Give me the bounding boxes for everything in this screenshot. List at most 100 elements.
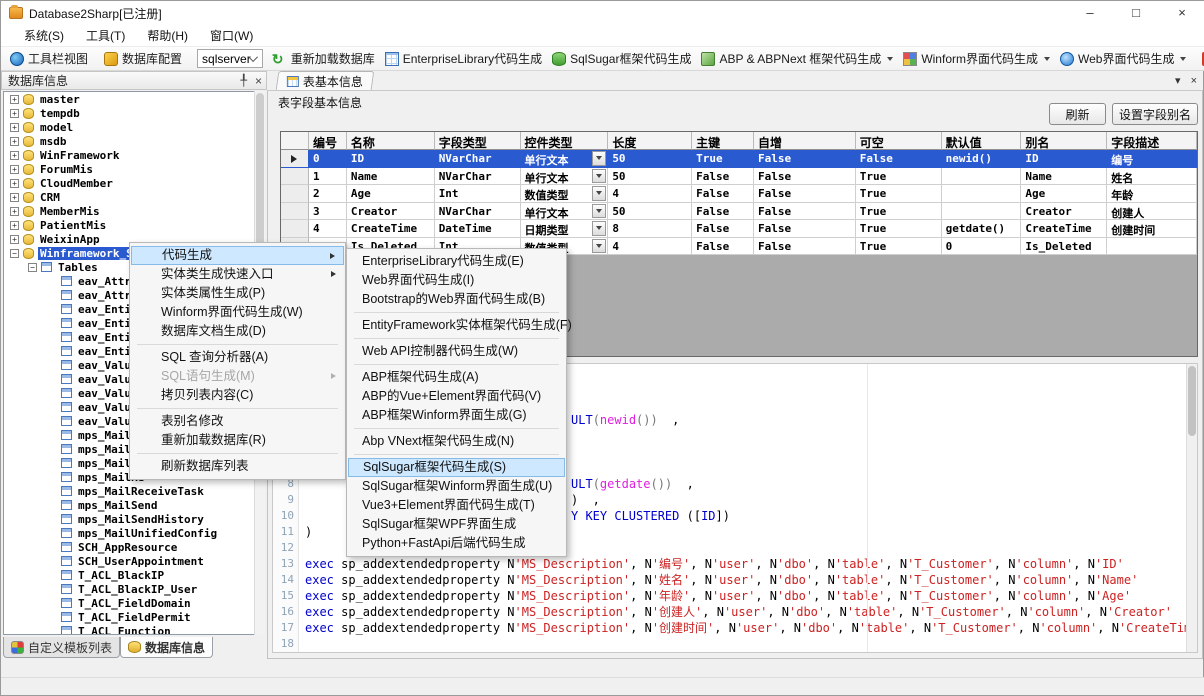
menu-item[interactable]: 表别名修改 — [131, 412, 344, 431]
toolbar-button-winform-[interactable]: Winform界面代码生成 — [898, 48, 1055, 69]
grid-cell[interactable]: True — [856, 220, 942, 238]
grid-cell[interactable]: NVarChar — [435, 168, 521, 186]
grid-cell[interactable]: CreateTime — [1021, 220, 1107, 238]
maximize-button[interactable]: □ — [1113, 1, 1159, 25]
toolbar-button--[interactable]: ×退出 — [1197, 48, 1204, 69]
grid-cell[interactable]: 创建人 — [1107, 203, 1197, 221]
expand-icon[interactable]: + — [10, 123, 19, 132]
code-scrollbar[interactable] — [1186, 364, 1197, 652]
grid-cell[interactable]: False — [692, 220, 754, 238]
set-field-alias-button[interactable]: 设置字段别名 — [1112, 103, 1198, 125]
grid-cell[interactable]: NVarChar — [435, 203, 521, 221]
grid-column-header[interactable]: 字段描述 — [1107, 132, 1197, 150]
grid-column-header[interactable]: 主键 — [692, 132, 754, 150]
menubar-item[interactable]: 工具(T) — [75, 25, 136, 47]
toolbar-button--[interactable]: ↻重新加载数据库 — [267, 48, 380, 69]
grid-cell[interactable]: False — [856, 150, 942, 168]
tree-item[interactable]: T_ACL_Function — [4, 624, 264, 635]
combobox-dropdown-button[interactable] — [592, 221, 606, 236]
expand-icon[interactable]: + — [10, 165, 19, 174]
grid-cell[interactable]: 50 — [608, 150, 692, 168]
tree-item[interactable]: mps_MailSend — [4, 498, 264, 512]
expand-icon[interactable]: + — [10, 95, 19, 104]
combobox-dropdown-button[interactable] — [592, 239, 606, 254]
menubar-item[interactable]: 窗口(W) — [199, 25, 264, 47]
menu-item[interactable]: 重新加载数据库(R) — [131, 431, 344, 450]
grid-cell[interactable] — [942, 203, 1022, 221]
tree-item[interactable]: +ForumMis — [4, 162, 264, 176]
tree-item[interactable]: +master — [4, 92, 264, 106]
grid-column-header[interactable]: 字段类型 — [435, 132, 521, 150]
tree-item[interactable]: SCH_UserAppointment — [4, 554, 264, 568]
tree-item[interactable]: T_ACL_FieldDomain — [4, 596, 264, 610]
tab-close-icon[interactable]: × — [1191, 75, 1197, 87]
grid-cell[interactable]: 编号 — [1107, 150, 1197, 168]
menu-item[interactable]: 数据库文档生成(D) — [131, 322, 344, 341]
menu-item[interactable]: 实体类生成快速入口 — [131, 265, 344, 284]
grid-cell[interactable]: 3 — [309, 203, 347, 221]
toolbar-button--[interactable]: 工具栏视图 — [5, 48, 93, 69]
menu-item[interactable]: Web API控制器代码生成(W) — [348, 342, 565, 361]
row-selector[interactable] — [281, 185, 309, 203]
table-row[interactable]: 0IDNVarChar单行文本50TrueFalseFalsenewid()ID… — [281, 150, 1197, 168]
bottom-tab-active[interactable]: 数据库信息 — [120, 637, 213, 658]
menu-item[interactable]: 拷贝列表内容(C) — [131, 386, 344, 405]
grid-cell[interactable]: False — [754, 168, 856, 186]
menu-item[interactable]: EntityFramework实体框架代码生成(F) — [348, 316, 565, 335]
grid-cell[interactable] — [942, 168, 1022, 186]
grid-cell[interactable]: CreateTime — [347, 220, 435, 238]
expand-icon[interactable]: + — [10, 207, 19, 216]
close-button[interactable]: × — [1159, 1, 1204, 25]
grid-cell[interactable]: True — [856, 238, 942, 256]
grid-cell[interactable]: 姓名 — [1107, 168, 1197, 186]
menu-item[interactable]: SQL 查询分析器(A) — [131, 348, 344, 367]
tree-item[interactable]: mps_MailReceiveTask — [4, 484, 264, 498]
tree-item[interactable]: +PatientMis — [4, 218, 264, 232]
menu-item[interactable]: ABP框架Winform界面生成(G) — [348, 406, 565, 425]
grid-column-header[interactable]: 自增 — [754, 132, 856, 150]
grid-column-header[interactable]: 名称 — [347, 132, 435, 150]
grid-column-header[interactable]: 默认值 — [942, 132, 1022, 150]
grid-cell[interactable]: False — [692, 238, 754, 256]
grid-cell[interactable]: 1 — [309, 168, 347, 186]
menu-item[interactable]: ABP的Vue+Element界面代码(V) — [348, 387, 565, 406]
toolbar-button-enterpriselibrary-[interactable]: EnterpriseLibrary代码生成 — [380, 48, 547, 69]
tree-item[interactable]: +MemberMis — [4, 204, 264, 218]
close-panel-icon[interactable]: × — [255, 74, 262, 88]
grid-cell[interactable]: True — [856, 185, 942, 203]
grid-cell[interactable]: 4 — [309, 220, 347, 238]
menu-item[interactable]: Winform界面代码生成(W) — [131, 303, 344, 322]
grid-cell[interactable]: 年龄 — [1107, 185, 1197, 203]
grid-cell[interactable]: 2 — [309, 185, 347, 203]
toolbar-button-sqlsugar-[interactable]: SqlSugar框架代码生成 — [547, 48, 696, 69]
tree-item[interactable]: T_ACL_BlackIP — [4, 568, 264, 582]
menu-item[interactable]: ABP框架代码生成(A) — [348, 368, 565, 387]
grid-cell[interactable] — [942, 185, 1022, 203]
grid-cell[interactable]: getdate() — [942, 220, 1022, 238]
tree-item[interactable]: SCH_AppResource — [4, 540, 264, 554]
row-selector[interactable] — [281, 150, 309, 168]
menu-item[interactable]: SqlSugar框架代码生成(S) — [348, 458, 565, 477]
grid-cell[interactable]: ID — [1021, 150, 1107, 168]
expand-icon[interactable]: + — [10, 151, 19, 160]
tree-item[interactable]: +CloudMember — [4, 176, 264, 190]
row-selector[interactable] — [281, 203, 309, 221]
menu-item[interactable]: 代码生成 — [131, 246, 344, 265]
grid-cell[interactable]: Age — [1021, 185, 1107, 203]
grid-cell[interactable]: 0 — [942, 238, 1022, 256]
tree-item[interactable]: T_ACL_FieldPermit — [4, 610, 264, 624]
grid-cell[interactable]: ID — [347, 150, 435, 168]
table-row[interactable]: 1NameNVarChar单行文本50FalseFalseTrueName姓名 — [281, 168, 1197, 186]
grid-cell[interactable]: False — [692, 203, 754, 221]
grid-cell[interactable]: 4 — [608, 185, 692, 203]
grid-column-header[interactable]: 别名 — [1021, 132, 1107, 150]
grid-cell[interactable]: 单行文本 — [521, 168, 609, 186]
combobox-dropdown-button[interactable] — [592, 169, 606, 184]
menu-item[interactable]: Python+FastApi后端代码生成 — [348, 534, 565, 553]
grid-cell[interactable]: Name — [347, 168, 435, 186]
expand-icon[interactable]: + — [10, 109, 19, 118]
table-row[interactable]: 3CreatorNVarChar单行文本50FalseFalseTrueCrea… — [281, 203, 1197, 221]
row-selector[interactable] — [281, 220, 309, 238]
menu-item[interactable]: SqlSugar框架WPF界面生成 — [348, 515, 565, 534]
grid-cell[interactable]: True — [856, 168, 942, 186]
